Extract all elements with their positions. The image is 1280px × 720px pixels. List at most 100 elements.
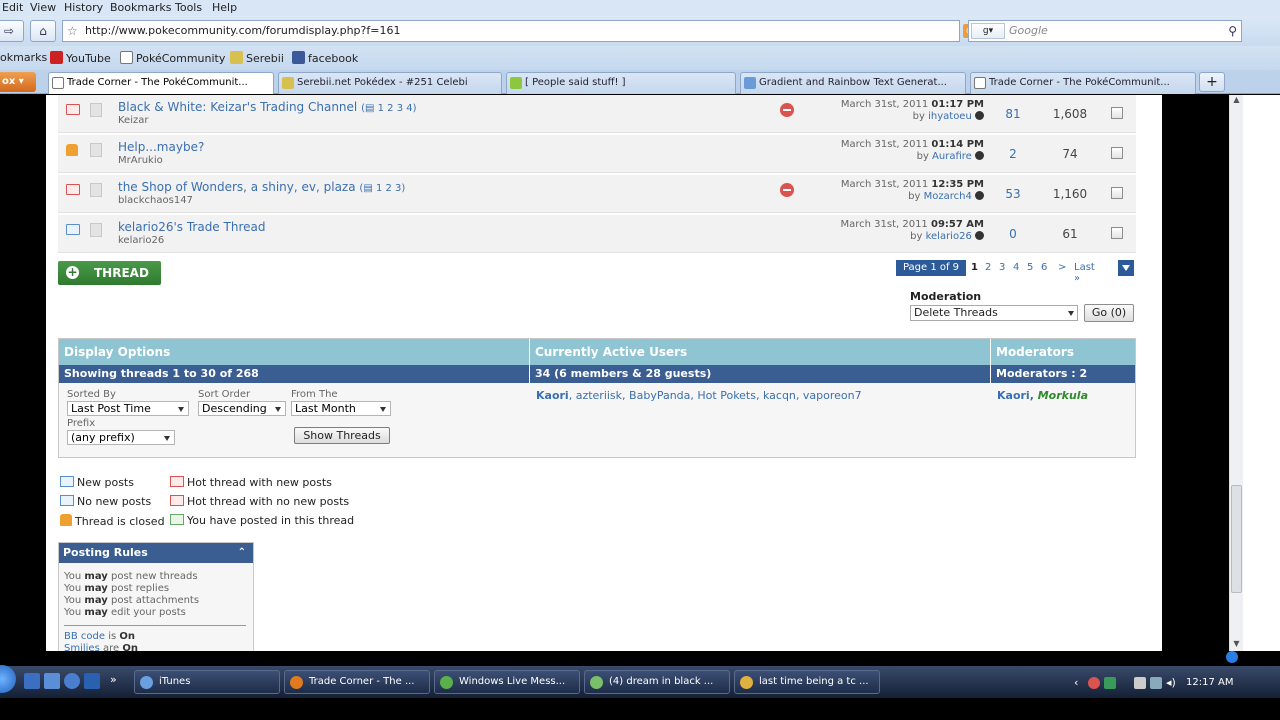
go-to-last-post-icon[interactable] xyxy=(975,191,984,200)
tab-gradient-text[interactable]: Gradient and Rainbow Text Generat... xyxy=(740,72,966,94)
collapse-icon[interactable]: ⌃ xyxy=(238,543,246,563)
thread-pages[interactable]: 1 2 3 xyxy=(376,183,401,194)
menu-help[interactable]: Help xyxy=(212,1,237,14)
taskbar-item-chat[interactable]: (4) dream in black ... xyxy=(584,670,730,694)
last-poster[interactable]: kelario26 xyxy=(926,231,972,242)
scroll-thumb[interactable] xyxy=(1231,485,1242,593)
replies-count[interactable]: 2 xyxy=(998,147,1028,161)
taskbar-item-messenger[interactable]: Windows Live Mess... xyxy=(434,670,580,694)
clock[interactable]: 12:17 AM xyxy=(1186,677,1233,688)
page-link[interactable]: 5 xyxy=(1027,262,1033,273)
active-user[interactable]: kacqn xyxy=(763,389,796,402)
go-to-last-post-icon[interactable] xyxy=(975,231,984,240)
moderation-select[interactable]: Delete Threads xyxy=(910,305,1078,321)
new-tab-button[interactable]: + xyxy=(1199,72,1225,92)
search-engine-icon[interactable]: g▾ xyxy=(971,23,1005,39)
thread-title[interactable]: Black & White: Keizar's Trading Channel … xyxy=(118,100,417,114)
sorted-by-select[interactable]: Last Post Time xyxy=(67,401,189,416)
page-link[interactable]: 3 xyxy=(999,262,1005,273)
active-user[interactable]: azteriisk xyxy=(576,389,622,402)
thread-checkbox[interactable] xyxy=(1111,187,1123,199)
smilies-link[interactable]: Smilies xyxy=(64,643,100,651)
page-link[interactable]: 4 xyxy=(1013,262,1019,273)
thread-checkbox[interactable] xyxy=(1111,107,1123,119)
go-to-last-post-icon[interactable] xyxy=(975,111,984,120)
show-threads-button[interactable]: Show Threads xyxy=(294,427,390,444)
scroll-up-icon[interactable]: ▲ xyxy=(1230,95,1243,107)
bookmark-youtube[interactable]: YouTube xyxy=(50,51,111,65)
thread-author[interactable]: MrArukio xyxy=(118,155,163,166)
network-icon[interactable] xyxy=(1134,677,1146,689)
thread-title[interactable]: Help...maybe? xyxy=(118,140,204,154)
taskbar-item-itunes[interactable]: iTunes xyxy=(134,670,280,694)
thread-row[interactable]: Black & White: Keizar's Trading Channel … xyxy=(58,95,1136,133)
explorer-icon[interactable] xyxy=(44,673,60,689)
menu-tools[interactable]: Tools xyxy=(175,1,202,14)
menu-bookmarks[interactable]: Bookmarks xyxy=(110,1,171,14)
tab-people-said-stuff[interactable]: [ People said stuff! ] xyxy=(506,72,736,94)
bookmark-star-icon[interactable]: ☆ xyxy=(67,21,78,41)
thread-pages[interactable]: 1 2 3 4 xyxy=(378,103,413,114)
overflow-chevron-icon[interactable]: » xyxy=(110,673,117,686)
thread-row[interactable]: Help...maybe? MrArukio March 31st, 2011 … xyxy=(58,135,1136,173)
last-poster[interactable]: ihyatoeu xyxy=(928,111,972,122)
thread-checkbox[interactable] xyxy=(1111,147,1123,159)
volume-icon[interactable]: ◂) xyxy=(1166,676,1176,689)
last-poster[interactable]: Aurafire xyxy=(932,151,972,162)
antivirus-icon[interactable] xyxy=(1088,677,1100,689)
bookmark-facebook[interactable]: facebook xyxy=(292,51,358,65)
thread-row[interactable]: the Shop of Wonders, a shiny, ev, plaza … xyxy=(58,175,1136,213)
taskbar-item-tc[interactable]: last time being a tc ... xyxy=(734,670,880,694)
page-link[interactable]: 6 xyxy=(1041,262,1047,273)
notification-icon[interactable] xyxy=(1226,651,1238,663)
monitor-icon[interactable] xyxy=(1150,677,1162,689)
active-user[interactable]: Hot Pokets xyxy=(697,389,756,402)
last-page-link[interactable]: Last » xyxy=(1074,262,1095,284)
page-of-label[interactable]: Page 1 of 9 xyxy=(896,260,966,276)
forward-button[interactable]: ⇨ xyxy=(0,20,24,42)
tray-expand-icon[interactable]: ‹ xyxy=(1074,676,1078,689)
tab-trade-corner[interactable]: Trade Corner - The PokéCommunit... xyxy=(48,72,274,94)
moderation-go-button[interactable]: Go (0) xyxy=(1084,304,1134,322)
go-to-last-post-icon[interactable] xyxy=(975,151,984,160)
from-the-select[interactable]: Last Month xyxy=(291,401,391,416)
scroll-down-icon[interactable]: ▼ xyxy=(1230,639,1243,651)
active-user[interactable]: BabyPanda xyxy=(629,389,690,402)
page-jump-dropdown-icon[interactable] xyxy=(1118,260,1134,276)
show-desktop-icon[interactable] xyxy=(24,673,40,689)
bbcode-link[interactable]: BB code xyxy=(64,631,105,642)
posting-rules-header[interactable]: Posting Rules ⌃ xyxy=(59,543,253,563)
thread-author[interactable]: blackchaos147 xyxy=(118,195,193,206)
user-icon[interactable] xyxy=(1104,677,1116,689)
tab-trade-corner-2[interactable]: Trade Corner - The PokéCommunit... xyxy=(970,72,1196,94)
firefox-menu-button[interactable]: ox ▾ xyxy=(0,72,36,92)
active-user[interactable]: vaporeon7 xyxy=(803,389,862,402)
menu-history[interactable]: History xyxy=(64,1,103,14)
new-thread-button[interactable]: + THREAD xyxy=(58,261,161,285)
search-bar[interactable]: g▾ Google ⚲ xyxy=(968,20,1242,42)
replies-count[interactable]: 81 xyxy=(998,107,1028,121)
moderator[interactable]: Morkula xyxy=(1038,389,1088,402)
menu-view[interactable]: View xyxy=(30,1,56,14)
active-user[interactable]: Kaori xyxy=(536,389,569,402)
url-bar[interactable]: ☆ http://www.pokecommunity.com/forumdisp… xyxy=(62,20,1011,42)
media-icon[interactable] xyxy=(84,673,100,689)
replies-count[interactable]: 53 xyxy=(998,187,1028,201)
thread-title[interactable]: the Shop of Wonders, a shiny, ev, plaza … xyxy=(118,180,405,194)
internet-icon[interactable] xyxy=(64,673,80,689)
replies-count[interactable]: 0 xyxy=(998,227,1028,241)
thread-title[interactable]: kelario26's Trade Thread xyxy=(118,220,265,234)
search-icon[interactable]: ⚲ xyxy=(1228,21,1237,41)
taskbar-item-firefox[interactable]: Trade Corner - The ... xyxy=(284,670,430,694)
menu-edit[interactable]: Edit xyxy=(2,1,23,14)
bookmark-pokecommunity[interactable]: PokéCommunity xyxy=(120,51,225,65)
bookmark-serebii[interactable]: Serebii xyxy=(230,51,284,65)
thread-checkbox[interactable] xyxy=(1111,227,1123,239)
thread-row[interactable]: kelario26's Trade Thread kelario26 March… xyxy=(58,215,1136,253)
next-page-link[interactable]: > xyxy=(1058,262,1066,273)
moderator[interactable]: Kaori xyxy=(997,389,1030,402)
sort-order-select[interactable]: Descending xyxy=(198,401,286,416)
last-poster[interactable]: Mozarch4 xyxy=(924,191,972,202)
prefix-select[interactable]: (any prefix) xyxy=(67,430,175,445)
thread-author[interactable]: Keizar xyxy=(118,115,148,126)
